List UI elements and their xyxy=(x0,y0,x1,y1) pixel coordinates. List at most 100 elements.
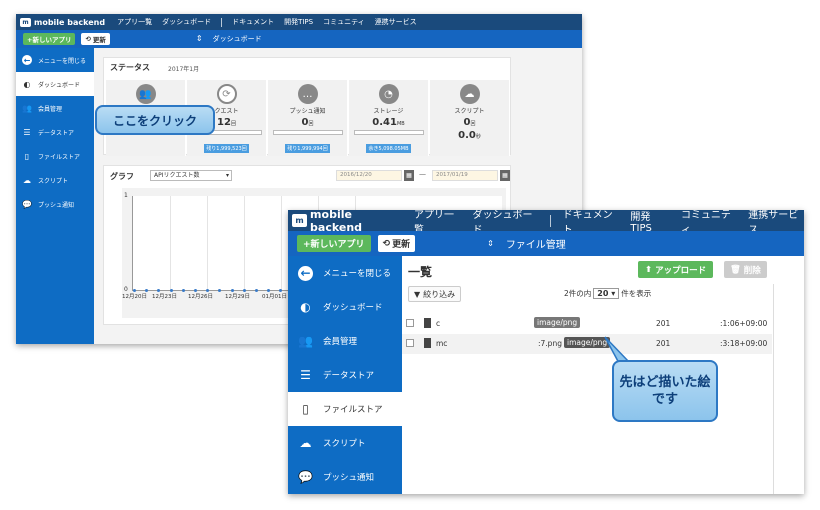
remaining-badge: 余き5,098.05MB xyxy=(366,144,411,153)
stat-label: スクリプト xyxy=(454,108,485,115)
logo[interactable]: m mobile backend xyxy=(288,210,402,234)
nav-services[interactable]: 連携サービス xyxy=(375,17,417,27)
data-point xyxy=(181,289,185,292)
stat-number: 12 xyxy=(217,117,231,128)
acl-value: 201 xyxy=(656,319,671,328)
nav-divider xyxy=(221,17,223,27)
file-icon xyxy=(424,318,431,328)
sidebar: ← メニューを閉じる ◐ ダッシュボード 👥 会員管理 ☰ データストア ▯ ファイルスト… xyxy=(288,256,402,494)
delete-button[interactable]: 🗑 削除 xyxy=(724,261,767,278)
sidebar-item-datastore[interactable]: ☰ データストア xyxy=(288,358,402,392)
calendar-icon[interactable]: ▦ xyxy=(404,170,414,181)
refresh-button[interactable]: ⟲ 更新 xyxy=(81,33,110,45)
filter-button[interactable]: ▼ 絞り込み xyxy=(408,286,462,302)
sidebar-item-push[interactable]: 💬 プッシュ通知 xyxy=(16,192,94,216)
sidebar-item-close-menu[interactable]: ← メニューを閉じる xyxy=(16,48,94,72)
cloud-gear-icon: ☁ xyxy=(23,175,31,185)
stat-card-storage: ◔ ストレージ 0.41MB 余き5,098.05MB xyxy=(349,80,429,156)
sidebar-item-dashboard[interactable]: ◐ ダッシュボード xyxy=(16,72,94,96)
app-switch-icon[interactable]: ⇕ xyxy=(487,239,494,248)
logo-badge: m xyxy=(292,214,308,227)
upload-label: アップロード xyxy=(655,265,707,276)
callout-drawn-picture: 先はど描いた絵です xyxy=(612,360,718,422)
gridline xyxy=(281,196,282,290)
new-app-button[interactable]: +新しいアプリ xyxy=(297,235,371,252)
logo[interactable]: m mobile backend xyxy=(16,17,106,27)
nav-dashboard[interactable]: ダッシュボード xyxy=(162,17,211,27)
divider xyxy=(773,284,774,494)
stat-unit: MB xyxy=(396,121,405,127)
date-to-input[interactable]: 2017/01/19 xyxy=(432,170,498,181)
sidebar-item-push[interactable]: 💬 プッシュ通知 xyxy=(288,460,402,494)
nav-tips[interactable]: 開発TIPS xyxy=(284,17,313,27)
nav-divider xyxy=(549,214,551,227)
refresh-button[interactable]: ⟲ 更新 xyxy=(377,235,416,252)
new-app-button[interactable]: +新しいアプリ xyxy=(23,33,76,45)
file-icon: ▯ xyxy=(24,151,30,161)
sidebar-item-label: メニューを閉じる xyxy=(38,57,87,65)
status-month: 2017年1月 xyxy=(168,66,200,73)
data-point xyxy=(255,289,258,292)
nav-community[interactable]: コミュニティ xyxy=(323,17,365,27)
arrow-left-icon: ← xyxy=(22,55,32,65)
sidebar-item-label: スクリプト xyxy=(323,439,366,449)
sidebar-item-users[interactable]: 👥 会員管理 xyxy=(288,324,402,358)
users-icon: 👥 xyxy=(135,84,156,104)
row-checkbox[interactable] xyxy=(406,319,414,327)
sidebar-item-filestore[interactable]: ▯ ファイルストア xyxy=(288,392,402,426)
sidebar-item-label: プッシュ通知 xyxy=(323,473,375,483)
filter-icon: ▼ xyxy=(414,289,421,299)
sidebar-item-label: 会員管理 xyxy=(38,105,63,113)
nav-tips[interactable]: 開発TIPS xyxy=(630,210,669,234)
dashboard-icon: ◐ xyxy=(23,79,31,89)
status-title: ステータス xyxy=(110,63,150,72)
file-extension: :7.png xyxy=(538,339,562,348)
upload-button[interactable]: ⬆ アップロード xyxy=(638,261,714,278)
filter-label: 絞り込み xyxy=(423,289,456,299)
usage-bar xyxy=(272,130,343,135)
page-size-select[interactable]: 20 ▾ xyxy=(593,288,620,299)
x-tick-label: 01月01日 xyxy=(262,294,287,300)
users-icon: 👥 xyxy=(298,334,313,348)
stat-number: 0.0 xyxy=(458,130,476,141)
date-separator: — xyxy=(419,170,426,178)
x-tick-label: 12月20日 xyxy=(122,294,147,300)
nav-app-list[interactable]: アプリ一覧 xyxy=(117,17,152,27)
sidebar-item-users[interactable]: 👥 会員管理 xyxy=(16,96,94,120)
chat-bubble-icon: 💬 xyxy=(298,470,313,484)
app-switch-icon[interactable]: ⇕ xyxy=(196,35,203,43)
sidebar-item-close-menu[interactable]: ← メニューを閉じる xyxy=(288,256,402,290)
stat-value: 0.41MB xyxy=(349,117,428,128)
cloud-gear-icon: ☁ xyxy=(459,84,480,104)
graph-metric-select[interactable]: APIリクエスト数 xyxy=(150,170,232,181)
gridline xyxy=(244,196,245,290)
nav-docs[interactable]: ドキュメント xyxy=(232,17,274,27)
date-from-input[interactable]: 2016/12/20 xyxy=(336,170,402,181)
cloud-gear-icon: ☁ xyxy=(299,436,312,450)
refresh-icon: ⟲ xyxy=(85,35,91,43)
refresh-icon: ⟲ xyxy=(382,238,391,249)
logo-text: mobile backend xyxy=(34,17,106,27)
row-checkbox[interactable] xyxy=(406,339,414,347)
calendar-icon[interactable]: ▦ xyxy=(500,170,510,181)
sidebar-item-label: ダッシュボード xyxy=(38,81,81,89)
table-row[interactable]: mc :7.png image/png 201 ​:3:18+09:00 xyxy=(402,334,772,354)
gridline xyxy=(170,196,171,290)
logo-badge: m xyxy=(20,17,31,27)
arrow-left-icon: ← xyxy=(298,265,313,281)
table-row[interactable]: c image/png 201 :1:06+09:00 xyxy=(402,314,772,334)
graph-title: グラフ xyxy=(110,172,134,181)
sidebar-item-script[interactable]: ☁ スクリプト xyxy=(16,168,94,192)
file-name[interactable]: mc xyxy=(436,339,447,348)
sidebar-item-label: ファイルストア xyxy=(38,153,81,161)
usage-bar xyxy=(353,130,424,135)
sidebar-item-datastore[interactable]: ☰ データストア xyxy=(16,120,94,144)
sidebar-item-label: 会員管理 xyxy=(323,337,358,347)
file-name[interactable]: c xyxy=(436,319,440,328)
sidebar-item-filestore[interactable]: ▯ ファイルストア xyxy=(16,144,94,168)
sidebar-item-label: メニューを閉じる xyxy=(323,269,392,279)
sidebar-item-dashboard[interactable]: ◐ ダッシュボード xyxy=(288,290,402,324)
refresh-label: 更新 xyxy=(392,240,411,250)
list-icon: ☰ xyxy=(23,127,31,137)
sidebar-item-script[interactable]: ☁ スクリプト xyxy=(288,426,402,460)
